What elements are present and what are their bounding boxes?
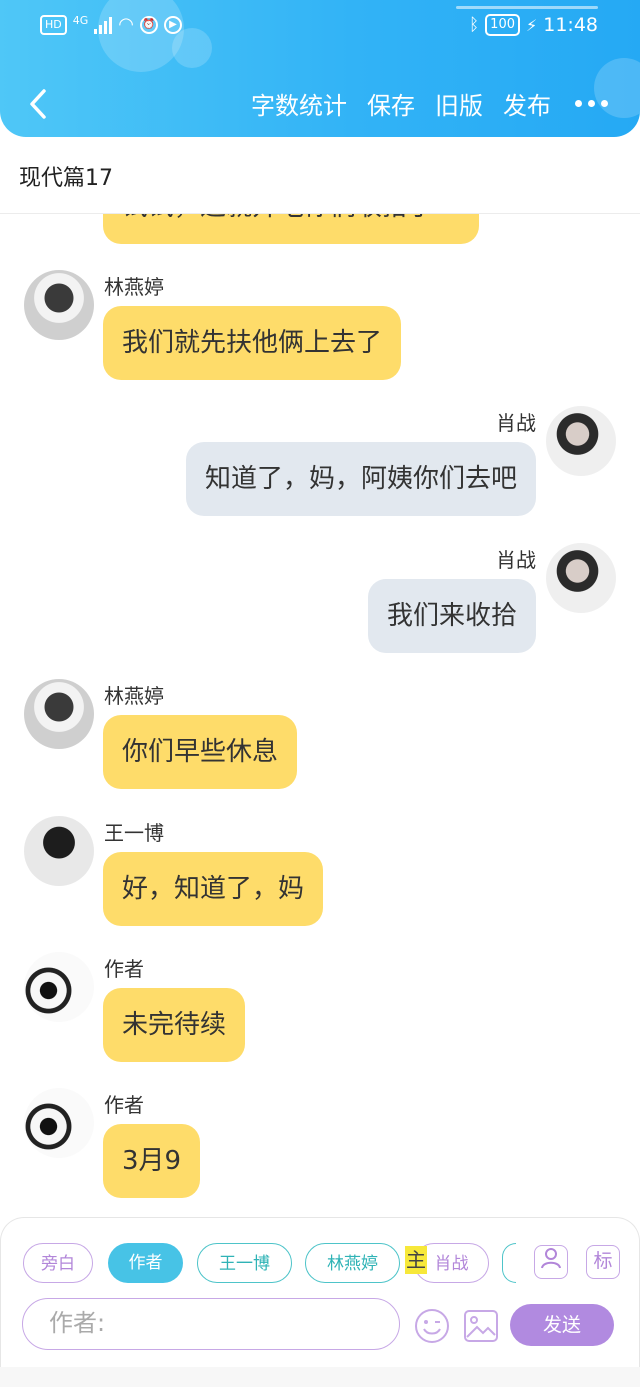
back-icon[interactable] bbox=[22, 86, 54, 122]
clock: 11:48 bbox=[543, 14, 598, 36]
avatar[interactable] bbox=[546, 406, 616, 476]
more-icon[interactable] bbox=[571, 100, 612, 107]
network-label: 4G bbox=[72, 14, 89, 27]
bottom-strip bbox=[0, 1367, 640, 1387]
old-version-button[interactable]: 旧版 bbox=[435, 86, 483, 121]
speaker-name: 王一博 bbox=[104, 821, 164, 845]
wifi-icon: ◠ bbox=[118, 14, 134, 35]
message-bubble[interactable]: 3月9 bbox=[103, 1124, 201, 1198]
status-bar-handle bbox=[456, 6, 598, 9]
battery-icon: 100 bbox=[485, 14, 520, 36]
decor-bubble bbox=[98, 0, 184, 72]
avatar[interactable] bbox=[546, 543, 616, 613]
protagonist-mark: 主 bbox=[405, 1246, 427, 1274]
speaker-name: 林燕婷 bbox=[104, 684, 164, 708]
message-bubble[interactable]: 你们早些休息 bbox=[103, 715, 298, 789]
message-bubble[interactable]: 我们来收拾 bbox=[367, 579, 536, 653]
tag-icon[interactable]: 标 bbox=[586, 1245, 620, 1279]
speaker-name: 肖战 bbox=[496, 411, 536, 435]
signal-icon bbox=[94, 16, 113, 34]
image-icon[interactable] bbox=[463, 1309, 499, 1343]
portrait-icon[interactable] bbox=[534, 1245, 568, 1279]
send-button[interactable]: 发送 bbox=[510, 1304, 614, 1346]
message-input[interactable]: 作者: bbox=[22, 1298, 400, 1350]
role-chip-wang-yibo[interactable]: 王一博 bbox=[197, 1243, 292, 1283]
role-chip-partial[interactable] bbox=[502, 1243, 516, 1283]
play-icon: ▶ bbox=[164, 15, 182, 34]
avatar[interactable] bbox=[24, 816, 94, 886]
message-bubble[interactable]: 我们就先扶他俩上去了 bbox=[103, 306, 402, 380]
page-title: 现代篇17 bbox=[19, 166, 113, 191]
message-bubble[interactable]: 未完待续 bbox=[103, 988, 246, 1062]
header-actions: 字数统计 保存 旧版 发布 bbox=[251, 86, 612, 121]
status-bar-left: HD 4G ◠ ⏰ ▶ bbox=[40, 14, 182, 35]
message-bubble[interactable]: 知道了，妈，阿姨你们去吧 bbox=[185, 442, 536, 516]
role-chip-author[interactable]: 作者 bbox=[108, 1243, 183, 1283]
chat-list[interactable]: 试试，这就开吃你们收拾了 林燕婷 我们就先扶他俩上去了 肖战 知道了，妈，阿姨你… bbox=[0, 214, 640, 1217]
avatar[interactable] bbox=[24, 952, 94, 1022]
save-button[interactable]: 保存 bbox=[367, 86, 415, 121]
avatar[interactable] bbox=[24, 679, 94, 749]
alarm-icon: ⏰ bbox=[140, 15, 158, 34]
word-count-button[interactable]: 字数统计 bbox=[251, 86, 347, 121]
message-bubble-partial: 试试，这就开吃你们收拾了 bbox=[103, 214, 479, 244]
hd-icon: HD bbox=[40, 14, 67, 35]
message-bubble[interactable]: 好，知道了，妈 bbox=[103, 852, 324, 926]
emoji-icon[interactable] bbox=[414, 1308, 450, 1344]
message-text: 试试，这就开吃你们收拾了 bbox=[122, 214, 434, 222]
status-bar-right: ᛒ 100 ⚡ 11:48 bbox=[469, 14, 598, 36]
speaker-name: 作者 bbox=[104, 1093, 144, 1117]
speaker-name: 肖战 bbox=[496, 548, 536, 572]
speaker-name: 林燕婷 bbox=[104, 275, 164, 299]
avatar[interactable] bbox=[24, 1088, 94, 1158]
speaker-name: 作者 bbox=[104, 957, 144, 981]
charging-icon: ⚡ bbox=[526, 15, 538, 35]
publish-button[interactable]: 发布 bbox=[503, 86, 551, 121]
role-chip-narrator[interactable]: 旁白 bbox=[23, 1243, 93, 1283]
role-chip-lin-yanting[interactable]: 林燕婷 bbox=[305, 1243, 400, 1283]
app-header: HD 4G ◠ ⏰ ▶ ᛒ 100 ⚡ 11:48 字数统计 保存 旧版 发布 bbox=[0, 0, 640, 137]
avatar[interactable] bbox=[24, 270, 94, 340]
bluetooth-icon: ᛒ bbox=[468, 15, 480, 35]
